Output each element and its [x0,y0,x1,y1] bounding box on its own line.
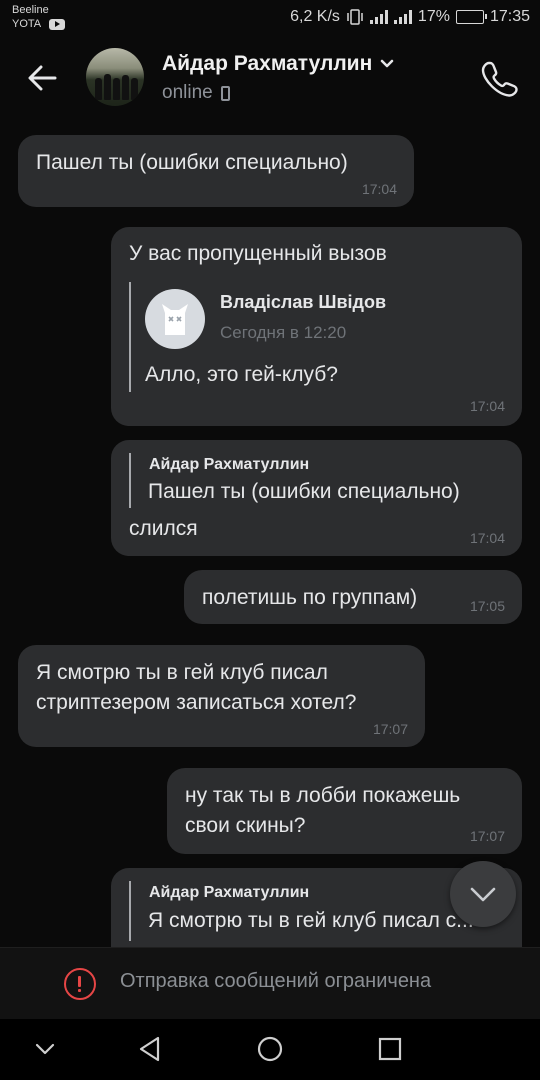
forwarded-message[interactable]: Владіслав Швідов Сегодня в 12:20 Алло, э… [129,282,499,392]
message-incoming[interactable]: Пашел ты (ошибки специально) 17:04 [18,135,414,207]
message-time: 17:04 [469,398,505,414]
network-speed: 6,2 K/s [290,8,340,25]
message-time: 17:04 [361,181,397,197]
back-arrow-icon [28,65,57,91]
contact-name: Айдар Рахматуллин [162,52,373,75]
alert-icon [64,968,96,1000]
signal-icon-1 [369,10,388,24]
chevron-down-icon [381,59,394,68]
message-text: полетишь по группам) [202,586,418,609]
mobile-phone-icon [220,85,230,101]
youtube-notification-icon [49,18,66,30]
message-time: 17:07 [372,721,408,737]
restriction-banner: Отправка сообщений ограничена [0,947,540,1019]
battery-icon [455,10,487,24]
contact-avatar[interactable] [86,48,144,106]
reply-text: Я смотрю ты в гей клуб писал с... [148,909,474,932]
battery-percent: 17% [417,8,450,25]
message-time: 17:04 [469,530,505,546]
nav-recents-icon[interactable] [376,1035,404,1063]
message-outgoing[interactable]: полетишь по группам) 17:05 [184,570,522,624]
scroll-down-icon [470,887,496,902]
message-time: 17:07 [469,828,505,844]
system-nav-bar [0,1019,540,1080]
reply-quote[interactable]: Айдар Рахматуллин Я смотрю ты в гей клуб… [129,881,499,941]
call-icon [481,61,518,97]
nav-back-icon[interactable] [136,1035,164,1063]
back-button[interactable] [22,58,62,98]
forward-date: Сегодня в 12:20 [220,323,347,342]
message-text: слился [129,517,198,540]
scroll-down-button[interactable] [450,861,516,927]
signal-icon-2 [393,10,412,24]
carrier-name-1: Beeline [12,4,49,16]
clock: 17:35 [489,8,530,25]
presence-status: online [162,82,213,103]
message-text-line-2: стриптезером записаться хотел? [36,691,357,714]
message-text-line-1: ну так ты в лобби покажешь [185,784,461,807]
forward-author: Владіслав Швідов [220,292,387,312]
forward-text: Алло, это гей-клуб? [145,363,338,386]
reply-author: Айдар Рахматуллин [149,884,310,901]
vibrate-icon [347,9,363,25]
contact-name-button[interactable]: Айдар Рахматуллин [162,52,394,76]
message-text-line-1: Я смотрю ты в гей клуб писал [36,661,328,684]
message-outgoing[interactable]: Айдар Рахматуллин Пашел ты (ошибки специ… [111,440,522,556]
status-bar: Beeline YOTA 6,2 K/s 17% 17:35 [0,0,540,36]
restriction-text: Отправка сообщений ограничена [120,970,432,992]
message-outgoing[interactable]: У вас пропущенный вызов Владіслав Швідов… [111,227,522,426]
nav-hide-icon[interactable] [33,1037,57,1061]
message-time: 17:05 [469,598,505,614]
carrier-name-2: YOTA [12,18,42,30]
nav-home-icon[interactable] [256,1035,284,1063]
message-incoming[interactable]: Я смотрю ты в гей клуб писал стриптезеро… [18,645,425,747]
message-text: Пашел ты (ошибки специально) [36,151,348,174]
message-outgoing[interactable]: ну так ты в лобби покажешь свои скины? 1… [167,768,522,854]
reply-quote[interactable]: Айдар Рахматуллин Пашел ты (ошибки специ… [129,453,499,508]
carrier-info: Beeline YOTA [12,3,66,31]
message-text: У вас пропущенный вызов [129,242,387,265]
message-text-line-2: свои скины? [185,814,306,837]
reply-text: Пашел ты (ошибки специально) [148,480,460,503]
chat-header: Айдар Рахматуллин online [0,36,540,120]
presence-row: online [162,82,230,104]
reply-author: Айдар Рахматуллин [149,456,310,473]
call-button[interactable] [480,58,520,98]
forward-avatar-icon [145,289,205,349]
